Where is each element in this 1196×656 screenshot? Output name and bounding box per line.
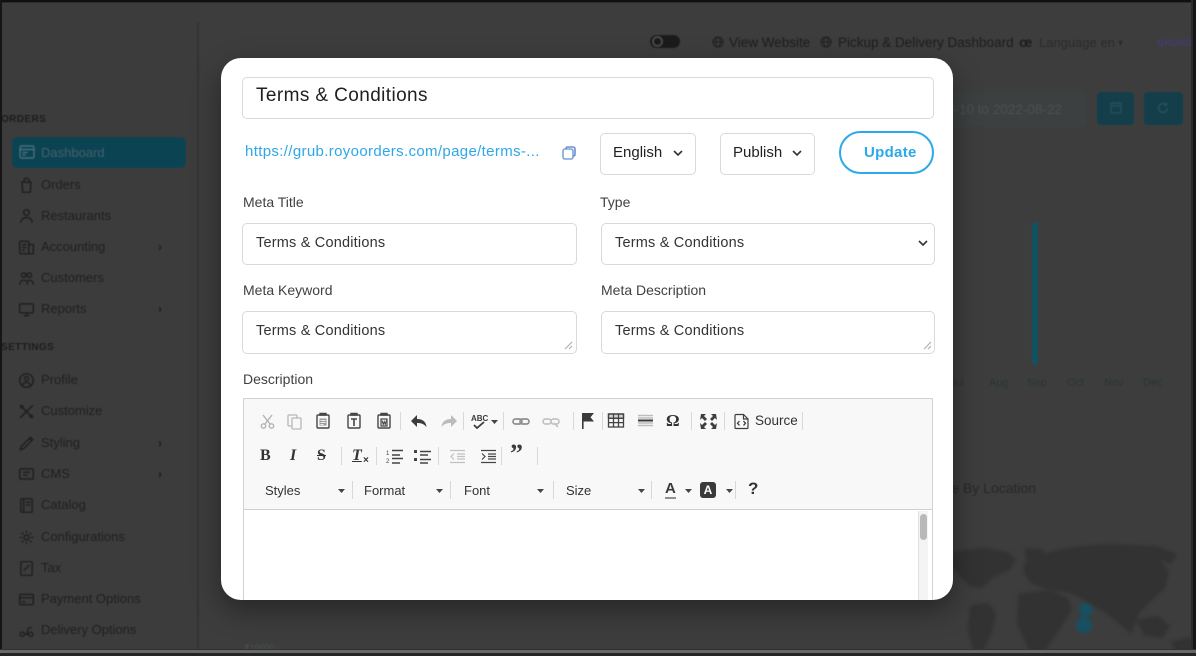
svg-text:1: 1 — [386, 451, 390, 457]
svg-text:2: 2 — [386, 459, 390, 464]
